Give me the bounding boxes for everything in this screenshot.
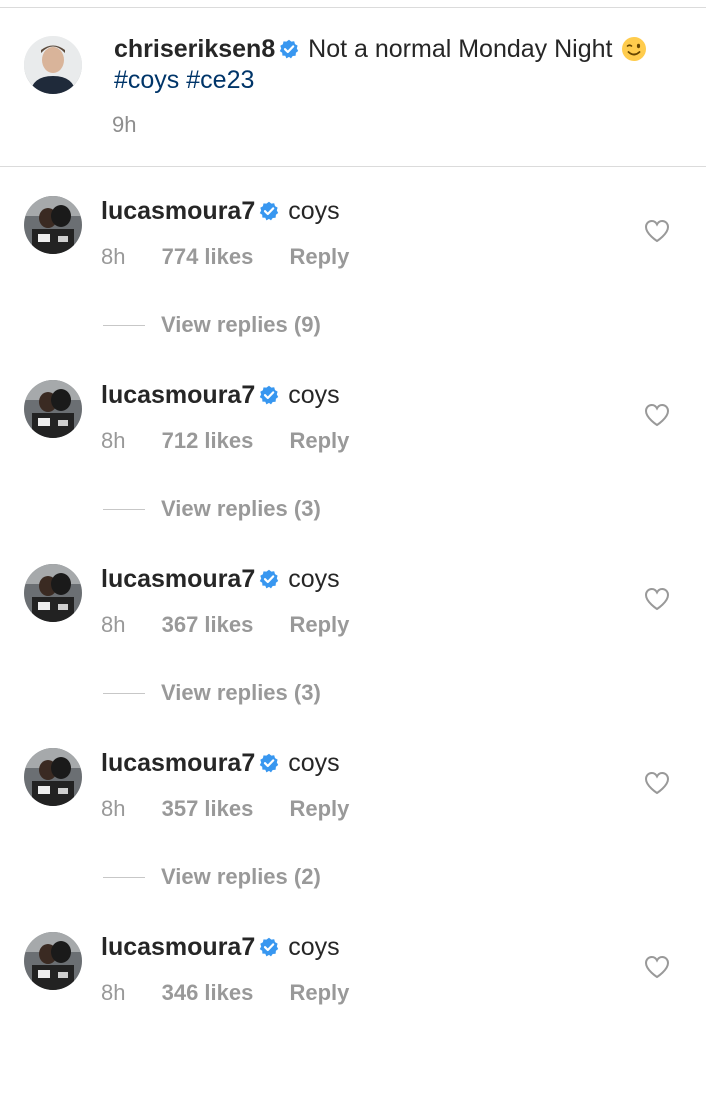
- view-replies-line: [103, 876, 145, 878]
- likes-count[interactable]: 774 likes: [162, 244, 254, 270]
- likes-count[interactable]: 357 likes: [162, 796, 254, 822]
- comment-username[interactable]: lucasmoura7: [101, 933, 255, 961]
- verified-badge-icon: [259, 937, 279, 957]
- view-replies-label: View replies (2): [161, 864, 321, 889]
- comment-timestamp: 8h: [101, 612, 126, 637]
- comment-item: lucasmoura7 coys 8h 774 likes Reply View…: [0, 196, 706, 380]
- comment-meta: 8h 367 likes Reply: [101, 612, 349, 638]
- caption-body: Not a normal Monday Night: [308, 35, 613, 63]
- avatar[interactable]: [24, 932, 82, 990]
- comment-body: coys: [288, 933, 340, 961]
- reply-button[interactable]: Reply: [289, 612, 349, 638]
- comment-text: lucasmoura7 coys: [101, 932, 340, 963]
- verified-badge-icon: [259, 385, 279, 405]
- avatar[interactable]: [24, 36, 82, 94]
- comment-body: coys: [288, 381, 340, 409]
- view-replies-line: [103, 692, 145, 694]
- reply-button[interactable]: Reply: [289, 980, 349, 1006]
- comment-username[interactable]: lucasmoura7: [101, 749, 255, 777]
- verified-badge-icon: [259, 753, 279, 773]
- reply-button[interactable]: Reply: [289, 244, 349, 270]
- avatar[interactable]: [24, 196, 82, 254]
- view-replies-label: View replies (3): [161, 496, 321, 521]
- caption-divider: [0, 166, 706, 167]
- likes-count[interactable]: 346 likes: [162, 980, 254, 1006]
- likes-count[interactable]: 712 likes: [162, 428, 254, 454]
- comment-item: lucasmoura7 coys 8h 367 likes Reply View…: [0, 564, 706, 748]
- avatar[interactable]: [24, 564, 82, 622]
- view-replies-line: [103, 508, 145, 510]
- winking-face-icon: [622, 37, 647, 61]
- comment-meta: 8h 357 likes Reply: [101, 796, 349, 822]
- heart-icon[interactable]: [644, 587, 670, 611]
- heart-icon[interactable]: [644, 771, 670, 795]
- comment-username[interactable]: lucasmoura7: [101, 565, 255, 593]
- heart-icon[interactable]: [644, 955, 670, 979]
- caption-username[interactable]: chriseriksen8: [114, 35, 275, 63]
- verified-badge-icon: [279, 39, 299, 59]
- avatar[interactable]: [24, 380, 82, 438]
- comment-text: lucasmoura7 coys: [101, 196, 340, 227]
- comment-timestamp: 8h: [101, 980, 126, 1005]
- comment-username[interactable]: lucasmoura7: [101, 381, 255, 409]
- post-caption: chriseriksen8 Not a normal Monday Night …: [0, 8, 706, 166]
- likes-count[interactable]: 367 likes: [162, 612, 254, 638]
- comment-item: lucasmoura7 coys 8h 712 likes Reply View…: [0, 380, 706, 564]
- verified-badge-icon: [259, 201, 279, 221]
- comment-body: coys: [288, 197, 340, 225]
- heart-icon[interactable]: [644, 219, 670, 243]
- comment-text: lucasmoura7 coys: [101, 748, 340, 779]
- comment-body: coys: [288, 565, 340, 593]
- comment-text: lucasmoura7 coys: [101, 564, 340, 595]
- view-replies-button[interactable]: View replies (2): [103, 864, 321, 894]
- reply-button[interactable]: Reply: [289, 796, 349, 822]
- comment-body: coys: [288, 749, 340, 777]
- view-replies-label: View replies (9): [161, 312, 321, 337]
- verified-badge-icon: [259, 569, 279, 589]
- caption-text: chriseriksen8 Not a normal Monday Night …: [114, 34, 674, 96]
- avatar[interactable]: [24, 748, 82, 806]
- comment-item: lucasmoura7 coys 8h 357 likes Reply View…: [0, 748, 706, 932]
- comment-text: lucasmoura7 coys: [101, 380, 340, 411]
- hashtag-coys[interactable]: #coys: [114, 66, 179, 94]
- comment-item: lucasmoura7 coys 8h 346 likes Reply: [0, 932, 706, 1116]
- comment-meta: 8h 712 likes Reply: [101, 428, 349, 454]
- view-replies-line: [103, 324, 145, 326]
- reply-button[interactable]: Reply: [289, 428, 349, 454]
- caption-timestamp: 9h: [112, 112, 137, 137]
- comment-timestamp: 8h: [101, 428, 126, 453]
- view-replies-label: View replies (3): [161, 680, 321, 705]
- view-replies-button[interactable]: View replies (3): [103, 680, 321, 710]
- view-replies-button[interactable]: View replies (3): [103, 496, 321, 526]
- heart-icon[interactable]: [644, 403, 670, 427]
- comment-timestamp: 8h: [101, 796, 126, 821]
- hashtag-ce23[interactable]: #ce23: [186, 66, 254, 94]
- comment-meta: 8h 346 likes Reply: [101, 980, 349, 1006]
- comment-username[interactable]: lucasmoura7: [101, 197, 255, 225]
- comment-timestamp: 8h: [101, 244, 126, 269]
- view-replies-button[interactable]: View replies (9): [103, 312, 321, 342]
- comment-meta: 8h 774 likes Reply: [101, 244, 349, 270]
